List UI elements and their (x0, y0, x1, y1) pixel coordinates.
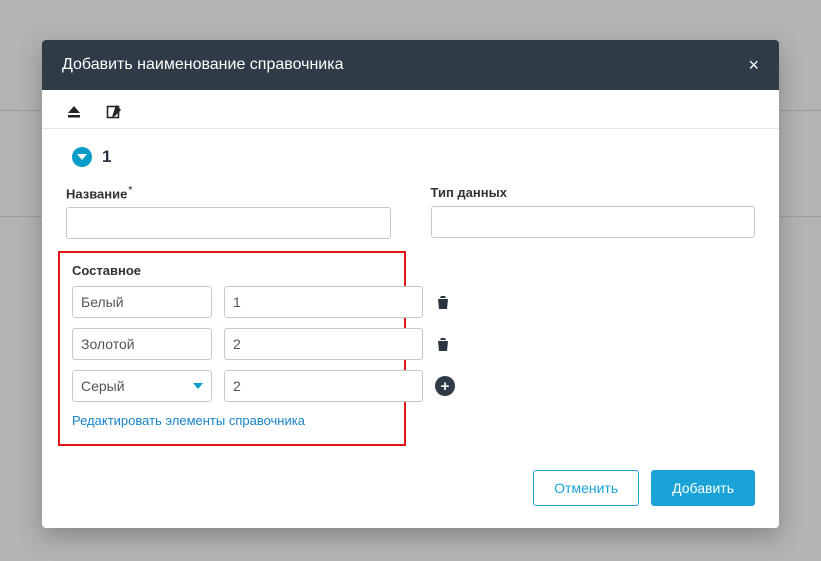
composite-value-input[interactable] (224, 328, 423, 360)
cancel-button[interactable]: Отменить (533, 470, 639, 506)
composite-name-text: Серый (81, 378, 125, 394)
composite-name-select[interactable]: Серый (72, 370, 212, 402)
edit-icon[interactable] (106, 104, 122, 120)
type-input[interactable] (431, 206, 756, 238)
modal-footer: Отменить Добавить (66, 470, 755, 506)
composite-name-cell[interactable]: Золотой (72, 328, 212, 360)
name-label: Название (66, 185, 391, 201)
composite-name-text: Белый (81, 294, 124, 310)
modal-title: Добавить наименование справочника (62, 56, 343, 74)
modal-header: Добавить наименование справочника × (42, 40, 779, 90)
collapse-toggle[interactable] (72, 147, 92, 167)
submit-button[interactable]: Добавить (651, 470, 755, 506)
eject-icon[interactable] (66, 104, 82, 120)
composite-name-cell[interactable]: Белый (72, 286, 212, 318)
delete-row-button[interactable] (435, 334, 451, 354)
section-number: 1 (102, 147, 111, 167)
composite-row: Золотой (72, 328, 392, 360)
section-header: 1 (72, 147, 755, 167)
composite-label: Составное (72, 263, 392, 278)
composite-row: Серый + (72, 370, 392, 402)
name-input[interactable] (66, 207, 391, 239)
chevron-down-icon (193, 383, 203, 389)
field-grid: Название Тип данных (66, 185, 755, 239)
edit-elements-link[interactable]: Редактировать элементы справочника (72, 413, 305, 428)
delete-row-button[interactable] (435, 292, 451, 312)
close-button[interactable]: × (748, 56, 759, 74)
composite-section: Составное Белый Золотой (58, 251, 406, 446)
composite-row: Белый (72, 286, 392, 318)
page-backdrop: Добавить наименование справочника × 1 На… (0, 0, 821, 561)
chevron-down-icon (77, 154, 87, 160)
add-row-button[interactable]: + (435, 376, 455, 396)
modal-body: 1 Название Тип данных Составное Белый (42, 129, 779, 528)
composite-value-input[interactable] (224, 286, 423, 318)
modal-dialog: Добавить наименование справочника × 1 На… (42, 40, 779, 528)
composite-name-text: Золотой (81, 336, 135, 352)
modal-toolbar (42, 90, 779, 129)
composite-value-input[interactable] (224, 370, 423, 402)
field-type-col: Тип данных (431, 185, 756, 239)
plus-icon: + (435, 376, 455, 396)
type-label: Тип данных (431, 185, 756, 200)
field-name-col: Название (66, 185, 391, 239)
